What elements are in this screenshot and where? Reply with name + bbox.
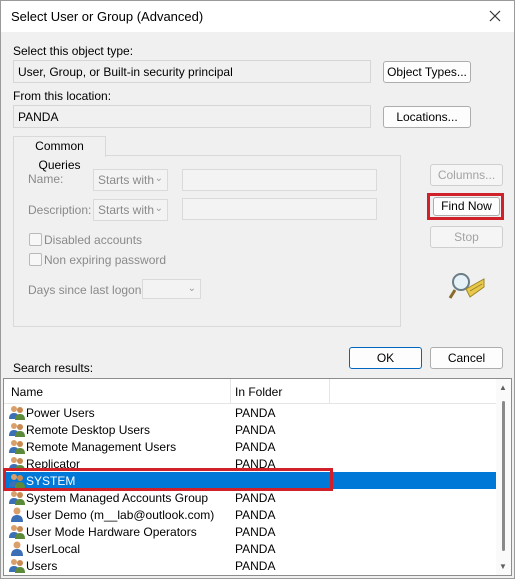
- row-name: System Managed Accounts Group: [26, 491, 209, 505]
- name-input[interactable]: [182, 169, 377, 191]
- disabled-accounts-label: Disabled accounts: [44, 233, 143, 247]
- close-button[interactable]: [482, 4, 508, 28]
- name-mode-select[interactable]: Starts with ⌄: [93, 169, 168, 191]
- scroll-thumb[interactable]: [502, 401, 505, 551]
- chevron-down-icon: ⌄: [187, 283, 196, 294]
- days-since-logon-label: Days since last logon:: [28, 283, 145, 297]
- cancel-button[interactable]: Cancel: [430, 347, 503, 369]
- non-expiring-label: Non expiring password: [44, 253, 167, 267]
- description-input[interactable]: [182, 198, 377, 220]
- table-row[interactable]: Remote Management Users PANDA: [4, 438, 497, 455]
- object-type-label: Select this object type:: [13, 44, 134, 58]
- description-mode-select[interactable]: Starts with ⌄: [93, 199, 168, 221]
- group-icon: [8, 422, 26, 437]
- column-divider[interactable]: [230, 379, 231, 404]
- name-label: Name:: [28, 172, 64, 186]
- close-icon: [489, 10, 501, 22]
- row-name: Power Users: [26, 406, 95, 420]
- search-magnifier-icon: [448, 273, 485, 299]
- group-icon: [8, 524, 26, 539]
- name-mode-value: Starts with: [98, 173, 155, 187]
- find-now-button[interactable]: Find Now: [433, 197, 500, 216]
- table-row[interactable]: User Mode Hardware Operators PANDA: [4, 523, 497, 540]
- table-row[interactable]: Remote Desktop Users PANDA: [4, 421, 497, 438]
- group-icon: [8, 558, 26, 573]
- group-icon: [8, 490, 26, 505]
- row-folder: PANDA: [235, 559, 276, 573]
- group-icon: [8, 405, 26, 420]
- user-icon: [8, 541, 26, 556]
- columns-button[interactable]: Columns...: [430, 164, 503, 186]
- chevron-down-icon: ⌄: [154, 173, 163, 184]
- row-name: Remote Desktop Users: [26, 423, 151, 437]
- disabled-accounts-checkbox[interactable]: [29, 233, 42, 246]
- table-row[interactable]: User Demo (m__lab@outlook.com) PANDA: [4, 506, 497, 523]
- row-name: UserLocal: [26, 542, 81, 556]
- ok-button[interactable]: OK: [349, 347, 422, 369]
- group-icon: [8, 439, 26, 454]
- scroll-down-icon[interactable]: ▼: [499, 562, 507, 571]
- system-row-highlight: [3, 468, 333, 491]
- table-row[interactable]: Power Users PANDA: [4, 404, 497, 421]
- days-since-logon-select[interactable]: ⌄: [142, 279, 201, 299]
- row-folder: PANDA: [235, 440, 276, 454]
- locations-button[interactable]: Locations...: [383, 106, 471, 128]
- column-header-in-folder[interactable]: In Folder: [235, 385, 282, 399]
- object-type-field: User, Group, or Built-in security princi…: [13, 60, 371, 83]
- scroll-up-icon[interactable]: ▲: [499, 383, 507, 392]
- results-header: Name In Folder: [4, 379, 497, 404]
- location-field: PANDA: [13, 105, 371, 128]
- stop-button[interactable]: Stop: [430, 226, 503, 248]
- column-divider[interactable]: [329, 379, 330, 404]
- description-label: Description:: [28, 203, 92, 217]
- row-name: User Demo (m__lab@outlook.com): [26, 508, 215, 522]
- table-row[interactable]: System Managed Accounts Group PANDA: [4, 489, 497, 506]
- description-mode-value: Starts with: [98, 203, 155, 217]
- object-types-button[interactable]: Object Types...: [383, 61, 471, 83]
- title-bar: Select User or Group (Advanced): [1, 1, 514, 32]
- results-scrollbar[interactable]: ▲ ▼: [496, 379, 511, 575]
- dialog-title: Select User or Group (Advanced): [11, 9, 204, 24]
- table-row[interactable]: Users PANDA: [4, 557, 497, 574]
- table-row[interactable]: UserLocal PANDA: [4, 540, 497, 557]
- tab-common-queries[interactable]: Common Queries: [13, 136, 106, 172]
- location-label: From this location:: [13, 89, 112, 103]
- row-folder: PANDA: [235, 508, 276, 522]
- row-folder: PANDA: [235, 423, 276, 437]
- row-name: User Mode Hardware Operators: [26, 525, 197, 539]
- row-folder: PANDA: [235, 491, 276, 505]
- select-user-dialog: Select User or Group (Advanced) Select t…: [0, 0, 515, 579]
- non-expiring-checkbox[interactable]: [29, 253, 42, 266]
- search-results-label: Search results:: [13, 361, 94, 375]
- user-icon: [8, 507, 26, 522]
- row-folder: PANDA: [235, 542, 276, 556]
- column-header-name[interactable]: Name: [11, 385, 43, 399]
- row-name: Remote Management Users: [26, 440, 177, 454]
- row-folder: PANDA: [235, 525, 276, 539]
- chevron-down-icon: ⌄: [154, 203, 163, 214]
- row-name: Users: [26, 559, 58, 573]
- row-folder: PANDA: [235, 406, 276, 420]
